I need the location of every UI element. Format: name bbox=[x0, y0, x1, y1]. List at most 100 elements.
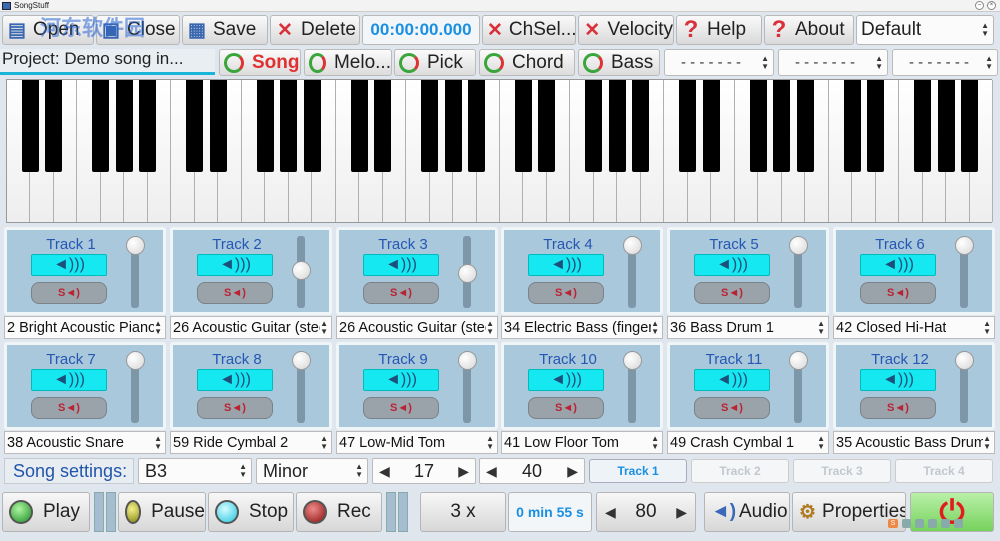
black-key[interactable] bbox=[773, 80, 791, 172]
instrument-select[interactable]: 47 Low-Mid Tom ▲ ▼ bbox=[336, 431, 498, 454]
black-key[interactable] bbox=[796, 80, 814, 172]
black-key[interactable] bbox=[209, 80, 227, 172]
solo-button[interactable]: S◄) bbox=[31, 282, 107, 304]
save-button[interactable]: ▦ Save bbox=[182, 15, 268, 45]
black-key[interactable] bbox=[350, 80, 368, 172]
help-button[interactable]: ? Help bbox=[676, 15, 762, 45]
black-key[interactable] bbox=[914, 80, 932, 172]
preset-select[interactable]: Default ▲ ▼ bbox=[856, 15, 994, 45]
increment-icon[interactable]: ▶ bbox=[567, 463, 578, 480]
speaker-mute-button[interactable]: ◄))) bbox=[31, 254, 107, 276]
solo-button[interactable]: S◄) bbox=[528, 282, 604, 304]
black-key[interactable] bbox=[303, 80, 321, 172]
speaker-mute-button[interactable]: ◄))) bbox=[363, 254, 439, 276]
speaker-mute-button[interactable]: ◄))) bbox=[528, 254, 604, 276]
about-button[interactable]: ? About bbox=[764, 15, 854, 45]
volume-slider-knob[interactable] bbox=[458, 264, 477, 283]
black-key[interactable] bbox=[608, 80, 626, 172]
volume-slider-knob[interactable] bbox=[458, 351, 477, 370]
solo-button[interactable]: S◄) bbox=[197, 397, 273, 419]
tab-melody[interactable]: Melo... bbox=[304, 49, 392, 76]
solo-button[interactable]: S◄) bbox=[528, 397, 604, 419]
black-key[interactable] bbox=[468, 80, 486, 172]
decrement-icon[interactable]: ◀ bbox=[379, 463, 390, 480]
chsel-button[interactable]: ✕ ChSel... bbox=[482, 15, 576, 45]
speaker-mute-button[interactable]: ◄))) bbox=[363, 369, 439, 391]
solo-button[interactable]: S◄) bbox=[363, 397, 439, 419]
tempo-stepper[interactable]: ◀ 80 ▶ bbox=[596, 492, 696, 532]
black-key[interactable] bbox=[867, 80, 885, 172]
volume-slider-knob[interactable] bbox=[623, 351, 642, 370]
increment-icon[interactable]: ▶ bbox=[458, 463, 469, 480]
close-window-icon[interactable]: × bbox=[987, 1, 996, 10]
volume-slider-knob[interactable] bbox=[955, 236, 974, 255]
solo-button[interactable]: S◄) bbox=[197, 282, 273, 304]
instrument-select[interactable]: 26 Acoustic Guitar (steel) ▲ ▼ bbox=[336, 316, 498, 339]
decrement-icon[interactable]: ◀ bbox=[605, 504, 616, 521]
volume-slider-knob[interactable] bbox=[292, 261, 311, 281]
black-key[interactable] bbox=[679, 80, 697, 172]
tab-chord[interactable]: Chord bbox=[479, 49, 575, 76]
pause-button[interactable]: Pause bbox=[118, 492, 206, 532]
solo-button[interactable]: S◄) bbox=[31, 397, 107, 419]
volume-slider-knob[interactable] bbox=[292, 351, 311, 370]
close-button[interactable]: ▣ Close bbox=[96, 15, 180, 45]
speaker-mute-button[interactable]: ◄))) bbox=[197, 254, 273, 276]
rec-button[interactable]: Rec bbox=[296, 492, 382, 532]
play-button[interactable]: Play bbox=[2, 492, 90, 532]
track-tab-3[interactable]: Track 3 bbox=[793, 459, 891, 483]
speaker-mute-button[interactable]: ◄))) bbox=[197, 369, 273, 391]
option-select-2[interactable]: - - - - - - - ▲ ▼ bbox=[778, 49, 888, 76]
volume-slider-knob[interactable] bbox=[126, 236, 145, 255]
tab-song[interactable]: Song bbox=[219, 49, 301, 76]
instrument-select[interactable]: 59 Ride Cymbal 2 ▲ ▼ bbox=[170, 431, 332, 454]
tab-bass[interactable]: Bass bbox=[578, 49, 660, 76]
black-key[interactable] bbox=[749, 80, 767, 172]
track-tab-4[interactable]: Track 4 bbox=[895, 459, 993, 483]
volume-slider-knob[interactable] bbox=[955, 351, 974, 370]
black-key[interactable] bbox=[45, 80, 63, 172]
piano-keyboard[interactable] bbox=[6, 79, 993, 223]
black-key[interactable] bbox=[843, 80, 861, 172]
black-key[interactable] bbox=[421, 80, 439, 172]
key-select[interactable]: B3 ▲ ▼ bbox=[138, 458, 252, 484]
speaker-mute-button[interactable]: ◄))) bbox=[860, 369, 936, 391]
black-key[interactable] bbox=[374, 80, 392, 172]
option-select-3[interactable]: - - - - - - - ▲ ▼ bbox=[892, 49, 998, 76]
black-key[interactable] bbox=[92, 80, 110, 172]
scale-select[interactable]: Minor ▲ ▼ bbox=[256, 458, 368, 484]
tab-pick[interactable]: Pick bbox=[394, 49, 476, 76]
black-key[interactable] bbox=[961, 80, 979, 172]
delete-button[interactable]: ✕ Delete bbox=[270, 15, 360, 45]
black-key[interactable] bbox=[186, 80, 204, 172]
speaker-mute-button[interactable]: ◄))) bbox=[860, 254, 936, 276]
speaker-mute-button[interactable]: ◄))) bbox=[694, 254, 770, 276]
solo-button[interactable]: S◄) bbox=[860, 397, 936, 419]
instrument-select[interactable]: 41 Low Floor Tom ▲ ▼ bbox=[501, 431, 663, 454]
minimize-icon[interactable]: – bbox=[975, 1, 984, 10]
instrument-select[interactable]: 36 Bass Drum 1 ▲ ▼ bbox=[667, 316, 829, 339]
black-key[interactable] bbox=[444, 80, 462, 172]
black-key[interactable] bbox=[585, 80, 603, 172]
open-button[interactable]: ▤ Open bbox=[2, 15, 94, 45]
black-key[interactable] bbox=[538, 80, 556, 172]
speaker-mute-button[interactable]: ◄))) bbox=[31, 369, 107, 391]
black-key[interactable] bbox=[514, 80, 532, 172]
track-tab-1[interactable]: Track 1 bbox=[589, 459, 687, 483]
instrument-select[interactable]: 49 Crash Cymbal 1 ▲ ▼ bbox=[667, 431, 829, 454]
instrument-select[interactable]: 34 Electric Bass (finger) ▲ ▼ bbox=[501, 316, 663, 339]
speaker-mute-button[interactable]: ◄))) bbox=[528, 369, 604, 391]
black-key[interactable] bbox=[937, 80, 955, 172]
velocity-button[interactable]: ✕ Velocity bbox=[578, 15, 674, 45]
volume-slider-knob[interactable] bbox=[623, 236, 642, 255]
solo-button[interactable]: S◄) bbox=[363, 282, 439, 304]
volume-slider-knob[interactable] bbox=[789, 236, 808, 255]
stop-button[interactable]: Stop bbox=[208, 492, 294, 532]
instrument-select[interactable]: 26 Acoustic Guitar (steel) ▲ ▼ bbox=[170, 316, 332, 339]
volume-slider-knob[interactable] bbox=[126, 351, 145, 370]
value-b-stepper[interactable]: ◀ 40 ▶ bbox=[479, 458, 585, 484]
black-key[interactable] bbox=[280, 80, 298, 172]
speed-button[interactable]: 3 x bbox=[420, 492, 506, 532]
solo-button[interactable]: S◄) bbox=[860, 282, 936, 304]
black-key[interactable] bbox=[139, 80, 157, 172]
